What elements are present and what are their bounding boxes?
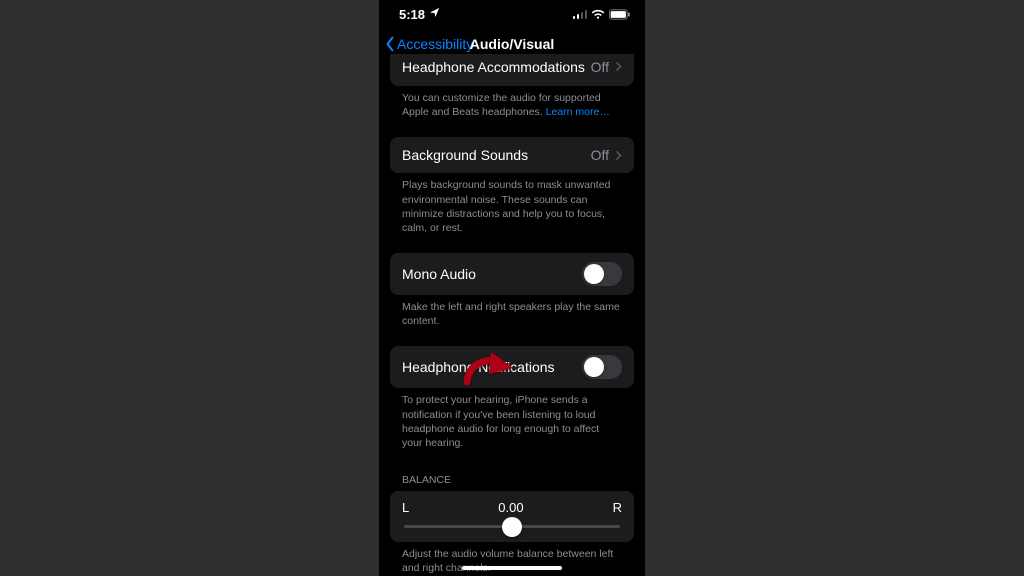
settings-content: Headphone Accommodations Off You can cus… [379,54,645,576]
slider-thumb[interactable] [502,517,522,537]
row-headphone-accommodations[interactable]: Headphone Accommodations Off [390,54,634,86]
chevron-left-icon [385,36,395,52]
toggle-mono-audio[interactable] [582,262,622,286]
chevron-right-icon [615,61,622,72]
status-time: 5:18 [399,7,425,22]
row-value: Off [591,147,609,163]
section-header-balance: BALANCE [390,474,634,491]
phone-frame: 5:18 Accessibility Audio/Visual Headphon… [379,0,645,576]
status-bar: 5:18 [379,0,645,28]
nav-back-button[interactable]: Accessibility [385,36,473,52]
nav-title: Audio/Visual [470,36,555,52]
row-label: Headphone Accommodations [402,59,585,75]
row-headphone-notifications: Headphone Notifications [390,346,634,388]
balance-right-label: R [613,500,622,515]
row-background-sounds[interactable]: Background Sounds Off [390,137,634,173]
row-balance: L 0.00 R [390,491,634,542]
footer-background-sounds: Plays background sounds to mask unwanted… [390,173,634,235]
footer-headphone-notifications: To protect your hearing, iPhone sends a … [390,388,634,450]
footer-balance: Adjust the audio volume balance between … [390,542,634,575]
chevron-right-icon [615,150,622,161]
balance-left-label: L [402,500,409,515]
row-value: Off [591,59,609,75]
cellular-signal-icon [573,9,588,19]
battery-icon [609,9,631,20]
home-indicator[interactable] [462,566,562,570]
footer-headphone-accommodations: You can customize the audio for supporte… [390,86,634,119]
wifi-icon [591,9,605,20]
balance-slider[interactable] [404,525,620,528]
toggle-headphone-notifications[interactable] [582,355,622,379]
nav-back-label: Accessibility [397,36,473,52]
row-label: Mono Audio [402,266,476,282]
row-label: Headphone Notifications [402,359,555,375]
row-label: Background Sounds [402,147,528,163]
row-mono-audio: Mono Audio [390,253,634,295]
location-arrow-icon [429,7,440,21]
learn-more-link[interactable]: Learn more… [546,106,610,118]
footer-mono-audio: Make the left and right speakers play th… [390,295,634,328]
balance-value: 0.00 [498,500,523,515]
